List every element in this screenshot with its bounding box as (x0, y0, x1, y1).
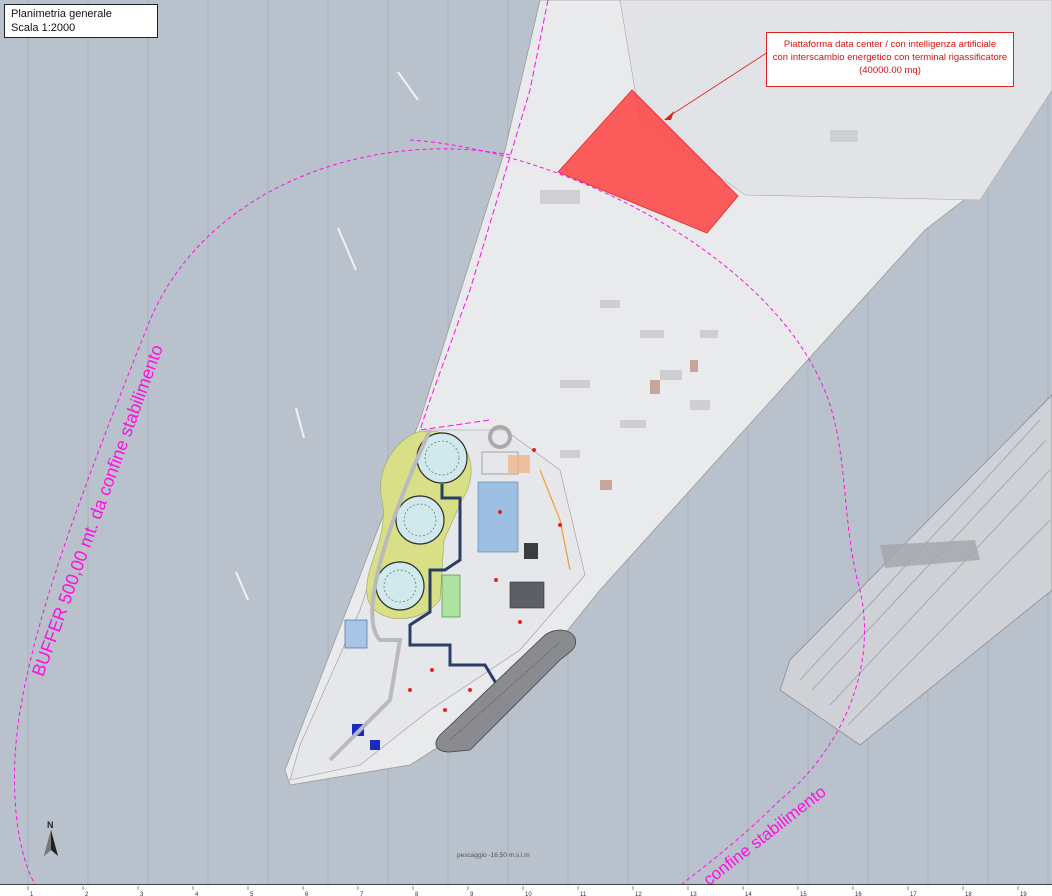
ruler-tick-label: 7 (360, 892, 364, 896)
drawing-title: Planimetria generale (11, 8, 112, 20)
ruler-tick-label: 9 (470, 892, 474, 896)
ruler-tick-label: 11 (580, 892, 587, 896)
callout-line-1: Piattaforma data center / con intelligen… (783, 39, 997, 50)
ruler-tick-label: 13 (690, 892, 697, 896)
ruler-tick-label: 5 (250, 892, 254, 896)
ruler-tick-label: 1 (30, 892, 34, 896)
ruler-tick-label: 3 (140, 892, 144, 896)
drawing-scale: Scala 1:2000 (11, 22, 76, 34)
ruler-ticks: 1234567891011121314151617181920 (27, 886, 1027, 896)
draft-note: pescaggio -16,50 m.s.l.m (457, 852, 530, 859)
ruler-tick-label: 17 (910, 892, 917, 896)
ruler-tick-label: 10 (525, 892, 532, 896)
data-center-callout: Piattaforma data center / con intelligen… (766, 32, 1014, 87)
ruler-tick-label: 19 (1020, 892, 1027, 896)
ruler-tick-label: 15 (800, 892, 807, 896)
ruler-tick-label: 16 (855, 892, 862, 896)
sheet-ruler: 1234567891011121314151617181920 (0, 884, 1052, 896)
site-plan-map (0, 0, 1052, 896)
ruler-tick-label: 2 (85, 892, 89, 896)
title-block: Planimetria generale Scala 1:2000 (4, 4, 158, 38)
ruler-tick-label: 4 (195, 892, 199, 896)
ruler-tick-label: 6 (305, 892, 309, 896)
ruler-tick-label: 14 (745, 892, 752, 896)
ruler-tick-label: 8 (415, 892, 419, 896)
callout-line-3: (40000.00 mq) (859, 65, 921, 76)
ruler-tick-label: 12 (635, 892, 642, 896)
callout-line-2: con interscambio energetico con terminal… (772, 52, 1008, 63)
map-sheet: Planimetria generale Scala 1:2000 Piatta… (0, 0, 1052, 896)
ruler-tick-label: 18 (965, 892, 972, 896)
north-label: N (47, 820, 54, 830)
